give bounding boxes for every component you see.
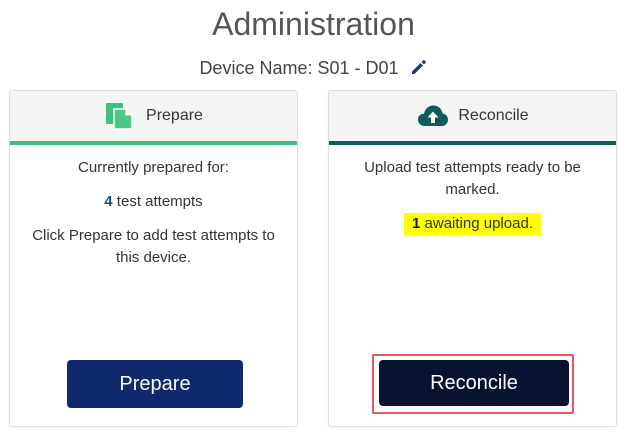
device-name-label: Device Name: S01 - D01	[199, 58, 399, 78]
reconcile-header-label: Reconcile	[458, 107, 529, 124]
prepare-card: Prepare Currently prepared for: 4 test a…	[9, 90, 298, 427]
reconcile-card-body: Upload test attempts ready to be marked.…	[329, 145, 616, 235]
reconcile-count-suffix: awaiting upload.	[420, 215, 533, 232]
prepare-count-suffix: test attempts	[112, 193, 203, 210]
prepare-status-line: Currently prepared for:	[78, 159, 229, 176]
cloud-upload-icon	[416, 101, 449, 131]
reconcile-status-line: Upload test attempts ready to be marked.	[364, 159, 581, 198]
reconcile-count-line: 1 awaiting upload.	[343, 213, 602, 235]
administration-page: Administration Device Name: S01 - D01 Pr…	[0, 0, 627, 436]
device-name-row: Device Name: S01 - D01	[0, 56, 627, 82]
reconcile-card: Reconcile Upload test attempts ready to …	[328, 90, 617, 427]
awaiting-upload-badge: 1 awaiting upload.	[404, 213, 541, 235]
prepare-count-line: 4 test attempts	[24, 191, 283, 213]
prepare-card-body: Currently prepared for: 4 test attempts …	[10, 145, 297, 269]
pencil-icon[interactable]	[410, 58, 428, 82]
prepare-instructions: Click Prepare to add test attempts to th…	[32, 227, 275, 266]
page-title: Administration	[212, 6, 415, 42]
prepare-header-label: Prepare	[146, 107, 203, 124]
reconcile-card-header: Reconcile	[329, 91, 616, 145]
prepare-count: 4	[104, 193, 113, 210]
document-copy-icon	[104, 101, 136, 131]
prepare-button[interactable]: Prepare	[67, 360, 243, 408]
reconcile-button[interactable]: Reconcile	[379, 360, 569, 406]
prepare-card-header: Prepare	[10, 91, 297, 145]
